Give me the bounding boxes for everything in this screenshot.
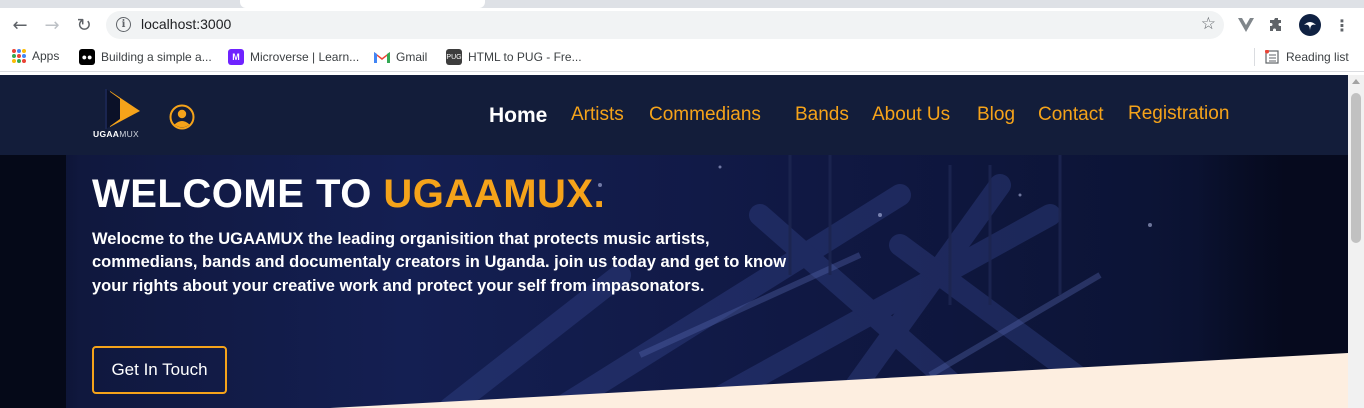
bookmark-apps[interactable]: Apps bbox=[12, 49, 59, 63]
play-logo-icon bbox=[105, 89, 140, 129]
extensions-puzzle-icon[interactable] bbox=[1266, 14, 1288, 36]
scrollbar-thumb[interactable] bbox=[1351, 93, 1361, 243]
url-text[interactable]: localhost:3000 bbox=[141, 16, 231, 32]
bookmark-html-to-pug[interactable]: PUG HTML to PUG - Fre... bbox=[446, 49, 582, 65]
site-header: UGAAMUX Home Artists Commedians Bands Ab… bbox=[0, 75, 1348, 155]
profile-avatar-icon[interactable] bbox=[1299, 14, 1321, 36]
bookmark-label: Apps bbox=[32, 49, 60, 63]
bookmark-medium[interactable]: ●● Building a simple a... bbox=[79, 49, 212, 65]
bookmark-label: Gmail bbox=[396, 50, 428, 64]
hero-description: Welocme to the UGAAMUX the leading organ… bbox=[92, 230, 787, 295]
bookmark-star-icon[interactable]: ☆ bbox=[1201, 14, 1216, 34]
get-in-touch-button[interactable]: Get In Touch bbox=[92, 346, 227, 394]
bookmark-gmail[interactable]: Gmail bbox=[374, 49, 427, 65]
forward-icon[interactable]: → bbox=[40, 13, 64, 37]
bookmark-label: HTML to PUG - Fre... bbox=[468, 50, 582, 64]
nav-registration[interactable]: Registration bbox=[1128, 103, 1229, 125]
nav-blog[interactable]: Blog bbox=[977, 104, 1015, 126]
hero-title: WELCOME TO UGAAMUX. bbox=[92, 172, 606, 216]
page-viewport: UGAAMUX Home Artists Commedians Bands Ab… bbox=[0, 75, 1348, 408]
pug-icon: PUG bbox=[446, 49, 462, 65]
nav-contact[interactable]: Contact bbox=[1038, 104, 1103, 126]
nav-artists[interactable]: Artists bbox=[571, 104, 624, 126]
reading-list-label: Reading list bbox=[1286, 50, 1349, 64]
nav-bands[interactable]: Bands bbox=[795, 104, 849, 126]
bookmark-label: Microverse | Learn... bbox=[250, 50, 360, 64]
nav-about-us[interactable]: About Us bbox=[872, 104, 950, 126]
gmail-icon bbox=[374, 49, 390, 65]
reload-icon[interactable]: ↻ bbox=[72, 13, 96, 37]
reading-list-button[interactable]: Reading list bbox=[1264, 49, 1349, 65]
site-info-icon[interactable]: i bbox=[116, 17, 131, 32]
page-scrollbar[interactable] bbox=[1348, 75, 1364, 408]
active-tab[interactable] bbox=[240, 0, 485, 8]
nav-home[interactable]: Home bbox=[489, 104, 547, 128]
bookmarks-bar: Apps ●● Building a simple a... M Microve… bbox=[0, 42, 1364, 72]
scroll-up-arrow-icon[interactable] bbox=[1352, 79, 1360, 84]
browser-menu-icon[interactable]: ⋮ bbox=[1334, 14, 1350, 36]
bookmarks-divider bbox=[1254, 48, 1255, 66]
extension-vue-icon[interactable] bbox=[1235, 14, 1257, 36]
logo-wordmark: UGAAMUX bbox=[93, 129, 140, 139]
medium-icon: ●● bbox=[79, 49, 95, 65]
reading-list-icon bbox=[1264, 49, 1280, 65]
microverse-icon: M bbox=[228, 49, 244, 65]
back-icon[interactable]: ← bbox=[8, 13, 32, 37]
address-bar[interactable]: i localhost:3000 ☆ bbox=[106, 11, 1224, 39]
user-account-icon[interactable] bbox=[169, 104, 195, 130]
nav-commedians[interactable]: Commedians bbox=[649, 104, 761, 126]
bookmark-label: Building a simple a... bbox=[101, 50, 212, 64]
browser-toolbar: ← → ↻ i localhost:3000 ☆ ⋮ bbox=[0, 8, 1364, 42]
bookmark-microverse[interactable]: M Microverse | Learn... bbox=[228, 49, 359, 65]
tab-strip bbox=[0, 0, 1364, 8]
apps-grid-icon bbox=[12, 49, 26, 63]
